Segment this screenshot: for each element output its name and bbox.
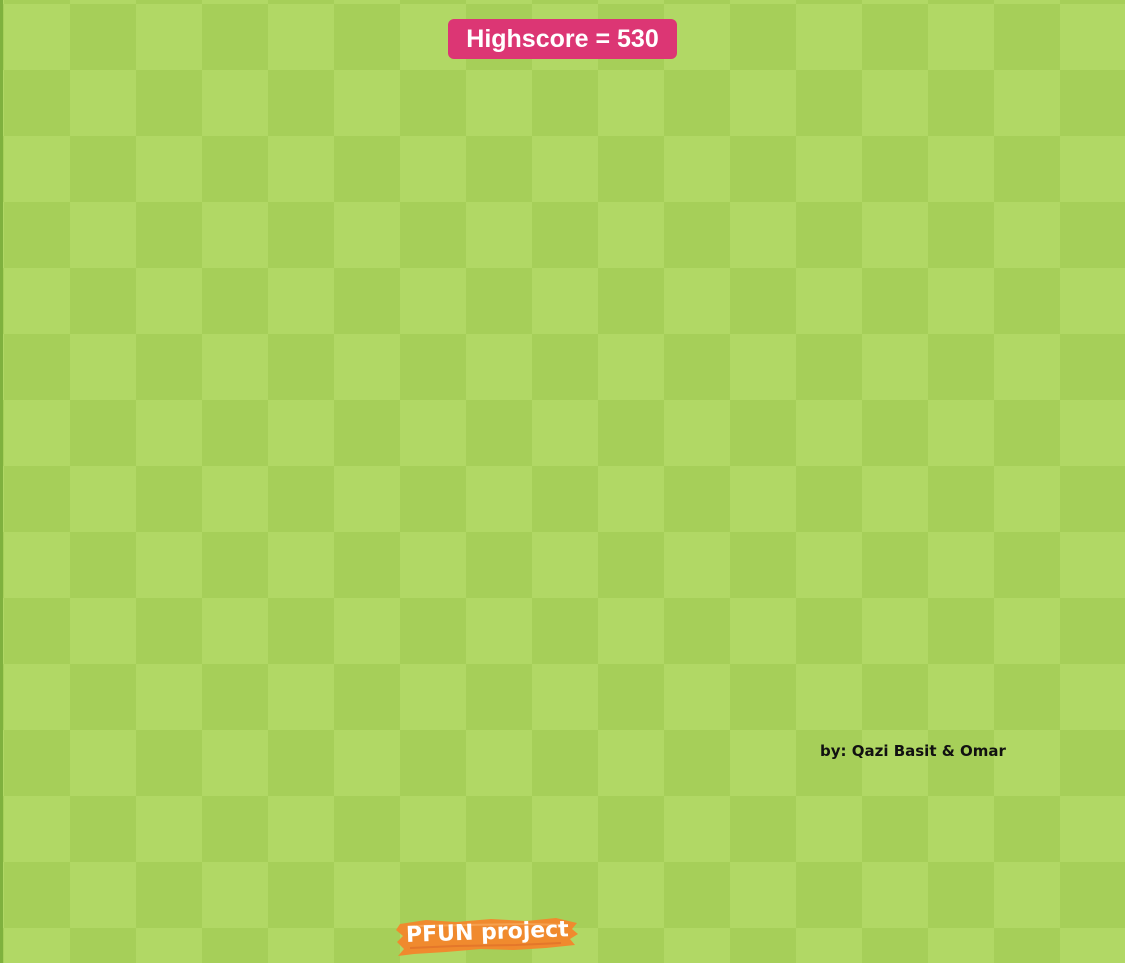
- game-board: Highscore = 530 by: Qazi Basit & Omar PF…: [0, 0, 1125, 963]
- credits-text: by: Qazi Basit & Omar: [820, 742, 1006, 760]
- project-tag: PFUN project: [396, 915, 579, 957]
- project-tag-label: PFUN project: [405, 917, 570, 948]
- highscore-display: Highscore = 530: [448, 19, 677, 59]
- board-left-edge: [0, 0, 3, 963]
